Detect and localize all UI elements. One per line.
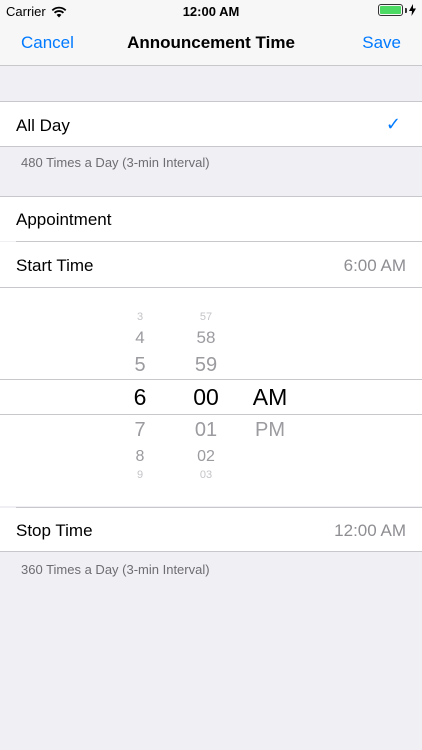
all-day-label: All Day (16, 116, 70, 135)
start-time-label: Start Time (16, 256, 94, 275)
battery-tip (405, 7, 407, 13)
status-right (378, 4, 416, 16)
battery-icon (378, 4, 403, 16)
picker-hour-selected[interactable]: 6 (120, 386, 160, 409)
picker-minute-option[interactable]: 59 (180, 355, 232, 375)
picker-minute-option[interactable]: 58 (180, 329, 232, 346)
divider (0, 287, 422, 288)
stop-time-label: Stop Time (16, 521, 93, 540)
picker-minute-option[interactable]: 01 (180, 420, 232, 440)
all-day-cell[interactable]: All Day ✓ (0, 101, 422, 147)
checkmark-icon: ✓ (385, 114, 401, 134)
picker-hour-option[interactable]: 8 (120, 449, 160, 465)
all-day-footer: 480 Times a Day (3-min Interval) (21, 155, 210, 170)
save-button[interactable]: Save (362, 33, 401, 53)
picker-minute-option[interactable]: 57 (180, 312, 232, 323)
picker-ampm-option[interactable]: PM (240, 420, 300, 440)
status-time: 12:00 AM (182, 4, 240, 19)
appointment-footer: 360 Times a Day (3-min Interval) (21, 562, 210, 577)
charging-icon (409, 4, 416, 16)
start-time-cell[interactable]: Start Time 6:00 AM (0, 242, 422, 287)
picker-minute-option[interactable]: 03 (180, 470, 232, 481)
start-time-value: 6:00 AM (343, 256, 406, 275)
picker-hour-option[interactable]: 3 (120, 312, 160, 323)
stop-time-cell[interactable]: Stop Time 12:00 AM (0, 508, 422, 552)
appointment-cell[interactable]: Appointment (0, 197, 422, 241)
stop-time-value: 12:00 AM (334, 521, 406, 540)
appointment-label: Appointment (16, 210, 112, 229)
picker-selection-bottom-line (0, 414, 422, 415)
cancel-button[interactable]: Cancel (21, 33, 74, 53)
picker-selection-top-line (0, 379, 422, 380)
time-picker[interactable]: 3 4 5 6 7 8 9 57 58 59 00 01 02 03 AM PM (0, 287, 422, 506)
status-bar: Carrier 12:00 AM (0, 0, 422, 22)
picker-hour-option[interactable]: 4 (120, 329, 160, 346)
picker-hour-option[interactable]: 5 (120, 355, 160, 375)
picker-hour-option[interactable]: 7 (120, 420, 160, 440)
navigation-bar: Cancel Announcement Time Save (0, 22, 422, 66)
picker-ampm-selected[interactable]: AM (240, 386, 300, 409)
picker-minute-selected[interactable]: 00 (180, 386, 232, 409)
picker-hour-option[interactable]: 9 (120, 470, 160, 481)
picker-minute-option[interactable]: 02 (180, 449, 232, 465)
